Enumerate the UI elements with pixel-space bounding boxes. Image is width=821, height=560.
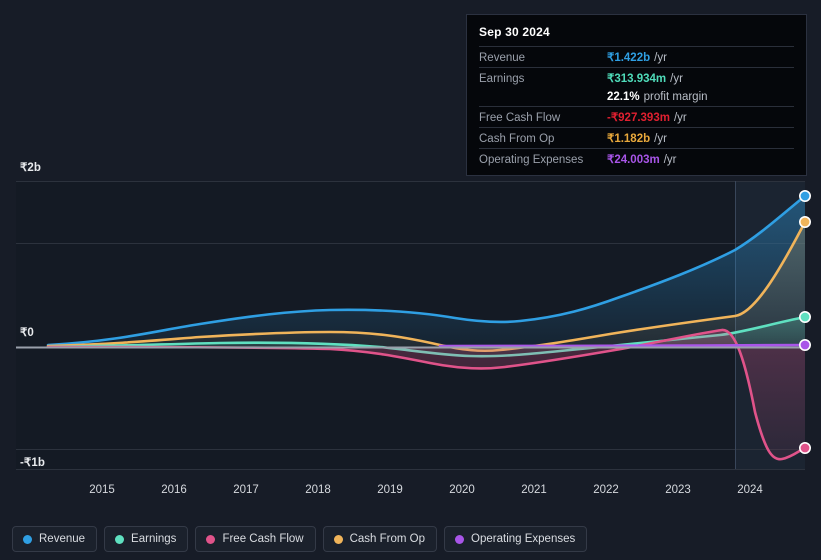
x-axis-label-2018: 2018 (305, 484, 331, 496)
tooltip-unit-operating-expenses: /yr (663, 154, 677, 166)
tooltip-value-earnings: ₹313.934m (607, 73, 667, 85)
x-axis-label-2022: 2022 (593, 484, 619, 496)
x-axis-label-2024: 2024 (737, 484, 763, 496)
y-axis-label-0: ₹0 (20, 327, 34, 339)
tooltip-date: Sep 30 2024 (479, 25, 550, 39)
legend-dot-earnings-icon (115, 534, 125, 544)
tooltip-key-free-cash-flow: Free Cash Flow (479, 112, 561, 124)
legend-label-revenue: Revenue (39, 533, 86, 545)
x-axis-label-2015: 2015 (89, 484, 115, 496)
legend-item-earnings[interactable]: Earnings (104, 526, 189, 552)
endpoint-operating-expenses[interactable] (798, 338, 811, 351)
chart-legend: Revenue Earnings Free Cash Flow Cash Fro… (12, 526, 588, 552)
x-axis-label-2016: 2016 (161, 484, 187, 496)
endpoint-earnings[interactable] (798, 310, 811, 323)
x-axis-label-2021: 2021 (521, 484, 547, 496)
endpoint-revenue[interactable] (798, 190, 811, 203)
tooltip-row-free-cash-flow: Free Cash Flow -₹927.393m /yr (479, 106, 794, 127)
x-axis-label-2019: 2019 (377, 484, 403, 496)
legend-label-earnings: Earnings (131, 533, 177, 545)
tooltip-value-free-cash-flow: -₹927.393m (607, 112, 670, 124)
endpoint-free-cash-flow[interactable] (798, 441, 811, 454)
tooltip-value-revenue: ₹1.422b (607, 52, 651, 64)
tooltip-label-profit-margin: profit margin (643, 91, 708, 103)
legend-item-free-cash-flow[interactable]: Free Cash Flow (195, 526, 316, 552)
legend-item-cash-from-op[interactable]: Cash From Op (322, 526, 438, 552)
x-axis-label-2020: 2020 (449, 484, 475, 496)
legend-item-revenue[interactable]: Revenue (12, 526, 98, 552)
legend-dot-cash-from-op-icon (333, 534, 343, 544)
legend-dot-free-cash-flow-icon (206, 534, 216, 544)
tooltip-key-revenue: Revenue (479, 52, 526, 64)
tooltip-unit-revenue: /yr (654, 52, 667, 64)
legend-dot-operating-expenses-icon (455, 534, 465, 544)
tooltip-key-cash-from-op: Cash From Op (479, 133, 555, 145)
tooltip-value-cash-from-op: ₹1.182b (607, 133, 651, 145)
legend-label-cash-from-op: Cash From Op (349, 533, 426, 545)
tooltip-unit-cash-from-op: /yr (654, 133, 667, 145)
tooltip-value-operating-expenses: ₹24.003m (607, 154, 660, 166)
legend-label-free-cash-flow: Free Cash Flow (222, 533, 304, 545)
chart-tooltip: Sep 30 2024 Revenue ₹1.422b /yr Earnings… (466, 14, 807, 176)
x-axis-label-2017: 2017 (233, 484, 259, 496)
series-line-operating-expenses (438, 343, 807, 348)
tooltip-unit-earnings: /yr (670, 73, 683, 85)
endpoint-cash-from-op[interactable] (798, 216, 811, 229)
tooltip-key-operating-expenses: Operating Expenses (479, 154, 584, 166)
legend-dot-revenue-icon (23, 534, 32, 544)
tooltip-value-profit-margin: 22.1% (607, 91, 640, 103)
tooltip-unit-free-cash-flow: /yr (673, 112, 687, 124)
tooltip-row-earnings: Earnings ₹313.934m /yr (479, 67, 794, 88)
chart-page: ₹2b ₹0 -₹1b 2015 2016 2017 2018 2019 202… (0, 0, 821, 560)
y-axis-label-neg1b: -₹1b (20, 457, 45, 469)
legend-label-operating-expenses: Operating Expenses (471, 533, 576, 545)
y-axis-label-2b: ₹2b (20, 162, 42, 174)
tooltip-row-profit-margin: 22.1% profit margin (479, 88, 794, 106)
tooltip-key-earnings: Earnings (479, 73, 525, 85)
legend-item-operating-expenses[interactable]: Operating Expenses (444, 526, 588, 552)
tooltip-row-operating-expenses: Operating Expenses ₹24.003m /yr (479, 148, 794, 169)
x-axis-label-2023: 2023 (665, 484, 691, 496)
tooltip-row-revenue: Revenue ₹1.422b /yr (479, 46, 794, 67)
tooltip-row-cash-from-op: Cash From Op ₹1.182b /yr (479, 127, 794, 148)
